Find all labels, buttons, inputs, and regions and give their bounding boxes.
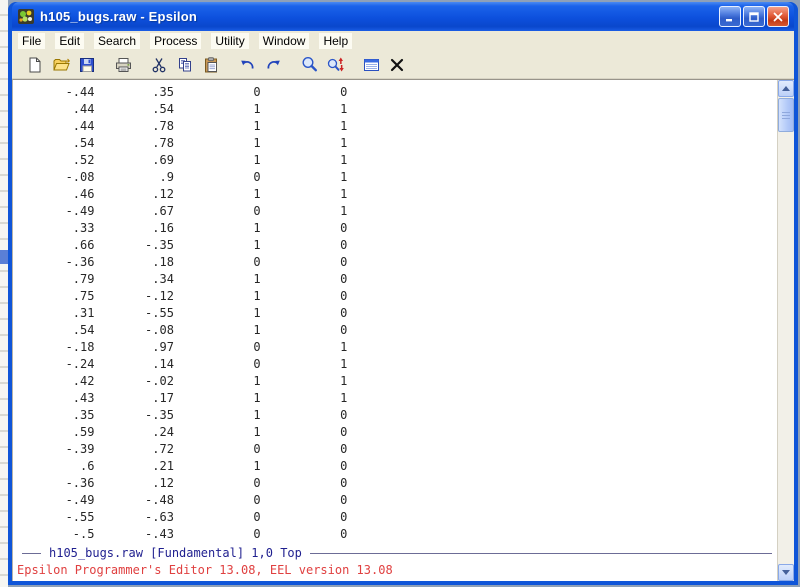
menubar: File Edit Search Process Utility Window … [12, 31, 794, 51]
close-window-button[interactable] [384, 53, 410, 77]
new-file-icon [29, 57, 41, 72]
editor-row: .44 .54 1 1 [15, 102, 348, 116]
print-icon [115, 57, 131, 72]
epsilon-bug-icon [18, 9, 34, 24]
close-window-icon [390, 58, 404, 71]
mode-line: h105_bugs.raw [Fundamental] 1,0 Top [13, 545, 777, 561]
toolbar [12, 51, 794, 79]
menu-edit[interactable]: Edit [55, 33, 85, 49]
find-button[interactable] [296, 53, 322, 77]
find-replace-button[interactable] [322, 53, 348, 77]
vertical-scrollbar[interactable] [777, 80, 794, 581]
copy-button[interactable] [172, 53, 198, 77]
editor-row: .31 -.55 1 0 [15, 306, 348, 320]
scroll-up-icon [782, 86, 790, 91]
redo-button[interactable] [260, 53, 286, 77]
editor-row: .35 -.35 1 0 [15, 408, 348, 422]
editor-row: -.49 .67 0 1 [15, 204, 348, 218]
cut-button[interactable] [146, 53, 172, 77]
editor-row: .46 .12 1 1 [15, 187, 348, 201]
background-window-sliver [0, 0, 8, 587]
scroll-up-button[interactable] [778, 80, 794, 97]
minimize-button[interactable] [719, 6, 741, 27]
copy-icon [179, 57, 191, 71]
minimize-icon [726, 18, 732, 21]
epsilon-window: h105_bugs.raw - Epsilon File Edit Search… [8, 2, 798, 585]
modeline-dash-start [22, 552, 41, 554]
text-area[interactable]: -.44 .35 0 0 .44 .54 1 1 .44 .78 1 1 .54… [13, 80, 777, 545]
save-file-icon [80, 57, 94, 72]
editor-row: .66 -.35 1 0 [15, 238, 348, 252]
editor-row: .43 .17 1 1 [15, 391, 348, 405]
scroll-down-icon [782, 570, 790, 575]
editor-row: .52 .69 1 1 [15, 153, 348, 167]
scrollbar-thumb[interactable] [778, 98, 794, 132]
scroll-down-button[interactable] [778, 564, 794, 581]
modeline-text: h105_bugs.raw [Fundamental] 1,0 Top [49, 546, 302, 560]
undo-button[interactable] [234, 53, 260, 77]
echo-area-message: Epsilon Programmer's Editor 13.08, EEL v… [17, 563, 393, 577]
editor-row: -.5 -.43 0 0 [15, 527, 348, 541]
maximize-icon [749, 11, 759, 22]
undo-icon [240, 60, 253, 69]
editor-row: .59 .24 1 0 [15, 425, 348, 439]
print-button[interactable] [110, 53, 136, 77]
paste-icon [205, 56, 217, 72]
menu-utility[interactable]: Utility [211, 33, 249, 49]
open-file-icon [52, 58, 70, 70]
close-icon [773, 12, 783, 21]
editor-row: .54 .78 1 1 [15, 136, 348, 150]
editor-row: .6 .21 1 0 [15, 459, 348, 473]
menu-search[interactable]: Search [94, 33, 141, 49]
editor-row: -.49 -.48 0 0 [15, 493, 348, 507]
menu-help[interactable]: Help [319, 33, 353, 49]
editor-row: -.24 .14 0 1 [15, 357, 348, 371]
editor-row: .79 .34 1 0 [15, 272, 348, 286]
maximize-button[interactable] [743, 6, 765, 27]
menu-file[interactable]: File [18, 33, 46, 49]
scrollbar-grip [782, 111, 790, 119]
find-icon [301, 56, 317, 72]
editor-row: .44 .78 1 1 [15, 119, 348, 133]
save-file-button[interactable] [74, 53, 100, 77]
editor-row: -.36 .12 0 0 [15, 476, 348, 490]
editor-pane: -.44 .35 0 0 .44 .54 1 1 .44 .78 1 1 .54… [12, 79, 794, 581]
menu-window[interactable]: Window [258, 33, 310, 49]
titlebar[interactable]: h105_bugs.raw - Epsilon [12, 2, 794, 31]
editor-row: .42 -.02 1 1 [15, 374, 348, 388]
find-replace-icon [327, 57, 344, 72]
editor-row: .75 -.12 1 0 [15, 289, 348, 303]
cut-icon [152, 57, 166, 72]
editor-row: -.39 .72 0 0 [15, 442, 348, 456]
editor-row: -.44 .35 0 0 [15, 85, 348, 99]
close-button[interactable] [767, 6, 789, 27]
background-selection-mark [0, 250, 8, 264]
editor-row: -.18 .97 0 1 [15, 340, 348, 354]
editor-row: -.55 -.63 0 0 [15, 510, 348, 524]
redo-icon [267, 60, 280, 69]
editor-row: -.08 .9 0 1 [15, 170, 348, 184]
open-file-button[interactable] [48, 53, 74, 77]
modeline-dash-fill [309, 552, 772, 554]
buffer-list-icon [363, 58, 379, 71]
editor-row: .33 .16 1 0 [15, 221, 348, 235]
editor-row: .54 -.08 1 0 [15, 323, 348, 337]
buffer-list-button[interactable] [358, 53, 384, 77]
paste-button[interactable] [198, 53, 224, 77]
scrollbar-track[interactable] [778, 133, 794, 564]
editor-row: -.36 .18 0 0 [15, 255, 348, 269]
menu-process[interactable]: Process [150, 33, 202, 49]
new-file-button[interactable] [22, 53, 48, 77]
window-title: h105_bugs.raw - Epsilon [40, 9, 198, 24]
